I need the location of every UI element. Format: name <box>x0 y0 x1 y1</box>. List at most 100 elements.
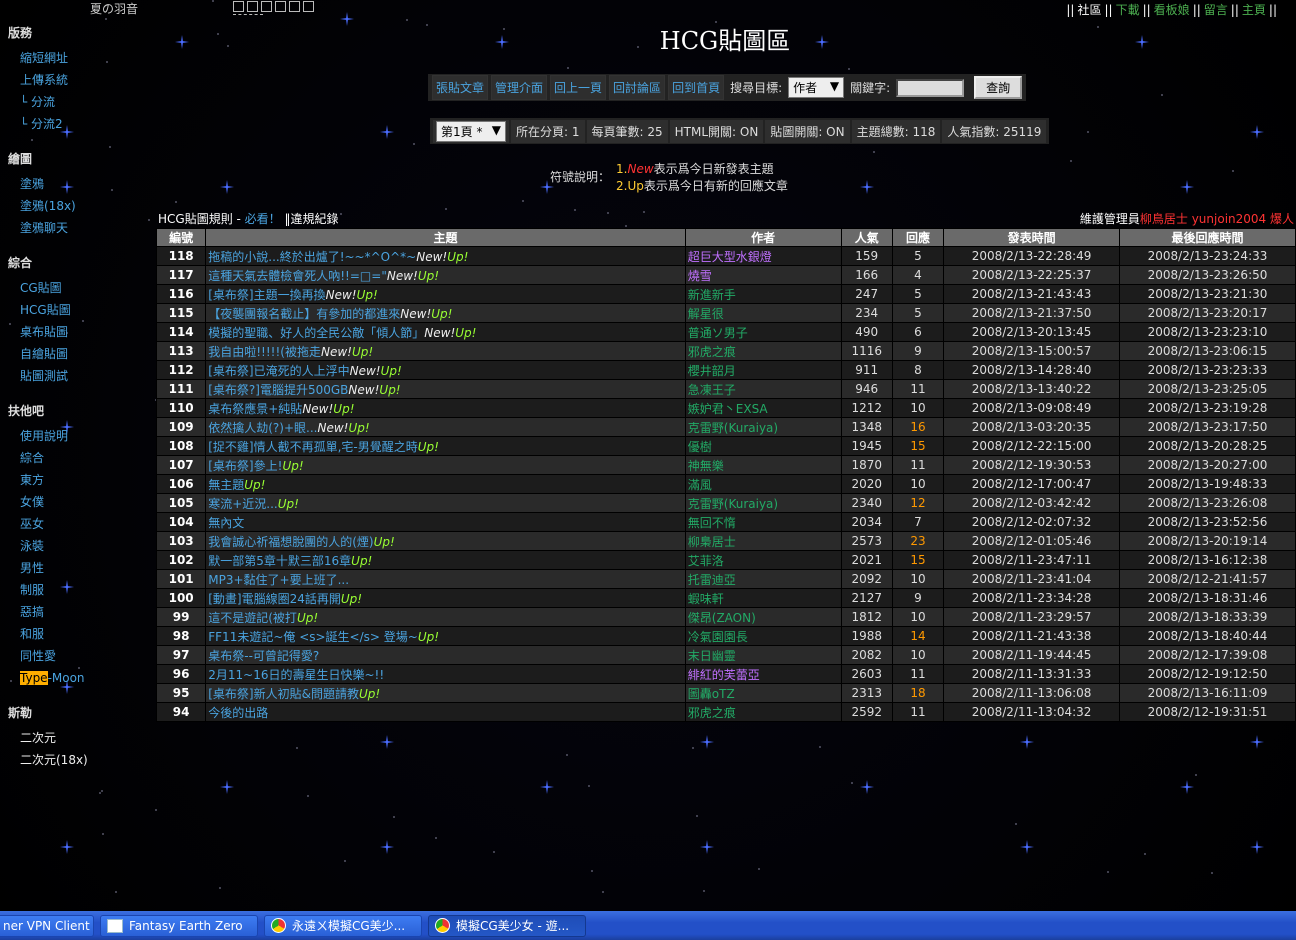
sidebar-item[interactable]: 和服 <box>8 623 148 645</box>
topic-title-text[interactable]: [捉不雞]情人截不再孤單,宅-男覺醒之時 <box>208 440 418 454</box>
topic-author[interactable]: 傑昂(ZAON) <box>684 607 842 627</box>
topic-author[interactable]: 解星很 <box>684 303 842 323</box>
sidebar-item[interactable]: 泳裝 <box>8 535 148 557</box>
taskbar-item[interactable]: Fantasy Earth Zero <box>100 914 258 937</box>
toolbox-icon[interactable] <box>247 1 258 12</box>
top-link[interactable]: 主頁 <box>1242 3 1266 17</box>
sidebar-item[interactable]: 塗鴉聊天 <box>8 217 148 239</box>
topic-title-text[interactable]: 桌布祭--可曾記得愛? <box>208 649 319 663</box>
topic-author[interactable]: 急凍王子 <box>684 379 842 399</box>
topic-author[interactable]: 托雷迪亞 <box>684 569 842 589</box>
topic-title-text[interactable]: [動畫]電腦線圈24話再開 <box>208 592 341 606</box>
topic-author[interactable]: 優樹 <box>684 436 842 456</box>
sidebar-item[interactable]: 使用說明 <box>8 425 148 447</box>
sidebar-item[interactable]: 桌布貼圖 <box>8 321 148 343</box>
taskbar-item[interactable]: 模擬CG美少女 - 遊... <box>428 914 586 937</box>
topic-title[interactable]: 我自由啦!!!!!(被拖走New!Up! <box>205 341 686 361</box>
action-button[interactable]: 回到首頁 <box>668 75 725 100</box>
sidebar-item[interactable]: 制服 <box>8 579 148 601</box>
keyword-input[interactable] <box>896 78 965 97</box>
topic-author[interactable]: 櫻井韶月 <box>684 360 842 380</box>
topic-author[interactable]: 普通ソ男子 <box>684 322 842 342</box>
topic-author[interactable]: 緋紅的芙蕾亞 <box>684 664 842 684</box>
topic-title[interactable]: 【夜襲團報名截止】有參加的都進來New!Up! <box>205 303 686 323</box>
action-button[interactable]: 管理介面 <box>491 75 548 100</box>
topic-title[interactable]: 這不是遊記(被打Up! <box>205 607 686 627</box>
topic-title-text[interactable]: 【夜襲團報名截止】有參加的都進來 <box>208 307 400 321</box>
top-link[interactable]: 社區 <box>1077 3 1101 17</box>
topic-author[interactable]: 克雷野(Kuraiya) <box>684 493 842 513</box>
topic-author[interactable]: 滿風 <box>684 474 842 494</box>
sidebar-item[interactable]: 綜合 <box>8 447 148 469</box>
topic-title[interactable]: 依然擒人劫(?)+眼...New!Up! <box>205 417 686 437</box>
topic-author[interactable]: 蝦味軒 <box>684 588 842 608</box>
topic-title-text[interactable]: 2月11~16日的壽星生日快樂~!! <box>208 668 384 682</box>
rules-link[interactable]: 必看！ <box>245 212 281 226</box>
topic-title[interactable]: [桌布祭]已淹死的人上浮中New!Up! <box>205 360 686 380</box>
top-link[interactable]: 看板娘 <box>1154 3 1190 17</box>
sidebar-item[interactable]: 巫女 <box>8 513 148 535</box>
admin-names[interactable]: 柳鳥居士 yunjoin2004 爆人 <box>1140 212 1294 226</box>
topic-title-text[interactable]: [桌布祭]新人初貼&問題請教 <box>208 687 359 701</box>
topic-title-text[interactable]: 我會誠心祈福想脫團的人的(煙) <box>208 535 373 549</box>
sidebar-item[interactable]: 二次元(18x) <box>8 749 148 771</box>
top-link[interactable]: 下載 <box>1116 3 1140 17</box>
topic-title-text[interactable]: 桌布祭應景+純貼 <box>208 402 302 416</box>
topic-author[interactable]: 無回不惰 <box>684 512 842 532</box>
topic-title[interactable]: 桌布祭應景+純貼New!Up! <box>205 398 686 418</box>
topic-author[interactable]: 柳梟居士 <box>684 531 842 551</box>
action-button[interactable]: 回上一頁 <box>550 75 607 100</box>
topic-author[interactable]: 燒雪 <box>684 265 842 285</box>
topic-title-text[interactable]: FF11未遊記~俺 <s>誕生</s> 登場~ <box>208 630 418 644</box>
topic-title[interactable]: [桌布祭?]電腦提升500GBNew!Up! <box>205 379 686 399</box>
topic-title[interactable]: FF11未遊記~俺 <s>誕生</s> 登場~Up! <box>205 626 686 646</box>
toolbox-icon[interactable] <box>261 1 272 12</box>
topic-author[interactable]: 嫉妒君丶EXSA <box>684 398 842 418</box>
topic-title[interactable]: 默一部第5章十默三部16章Up! <box>205 550 686 570</box>
violation-record-link[interactable]: 違規紀錄 <box>291 212 339 226</box>
toolbox-icon[interactable] <box>275 1 286 12</box>
topic-author[interactable]: 克雷野(Kuraiya) <box>684 417 842 437</box>
sidebar-item[interactable]: └ 分流 <box>8 91 148 113</box>
topic-title-text[interactable]: 依然擒人劫(?)+眼... <box>208 421 317 435</box>
topic-title[interactable]: 2月11~16日的壽星生日快樂~!! <box>205 664 686 684</box>
sidebar-item[interactable]: 上傳系統 <box>8 69 148 91</box>
page-select[interactable]: 第1頁 * ▼ <box>436 120 506 142</box>
topic-title-text[interactable]: 模擬的聖職、好人的全民公敵「傾人節」 <box>208 326 424 340</box>
topic-title[interactable]: [捉不雞]情人截不再孤單,宅-男覺醒之時Up! <box>205 436 686 456</box>
toolbox-icon[interactable] <box>233 1 244 12</box>
sidebar-item[interactable]: 二次元 <box>8 727 148 749</box>
sidebar-item[interactable]: 自繪貼圖 <box>8 343 148 365</box>
toolbox-icon[interactable] <box>303 1 314 12</box>
topic-title-text[interactable]: 寒流+近況... <box>208 497 278 511</box>
sidebar-item[interactable]: 塗鴉 <box>8 173 148 195</box>
topic-title-text[interactable]: MP3+黏住了+要上班了... <box>208 573 349 587</box>
topic-author[interactable]: 超巨大型水銀燈 <box>684 246 842 266</box>
sidebar-item[interactable]: Type-Moon <box>8 667 148 689</box>
topic-title-text[interactable]: 無主題 <box>208 478 244 492</box>
topic-title[interactable]: 今後的出路 <box>205 702 686 722</box>
top-link[interactable]: 留言 <box>1204 3 1228 17</box>
topic-title[interactable]: [桌布祭]主題一換再換New!Up! <box>205 284 686 304</box>
topic-author[interactable]: 邪虎之痕 <box>684 341 842 361</box>
topic-title[interactable]: MP3+黏住了+要上班了... <box>205 569 686 589</box>
toolbox-icons[interactable] <box>233 1 314 12</box>
topic-title[interactable]: 我會誠心祈福想脫團的人的(煙)Up! <box>205 531 686 551</box>
topic-title[interactable]: [動畫]電腦線圈24話再開Up! <box>205 588 686 608</box>
sidebar-item[interactable]: 惡搞 <box>8 601 148 623</box>
topic-author[interactable]: 冷氣園園長 <box>684 626 842 646</box>
topic-title[interactable]: 無內文 <box>205 512 686 532</box>
topic-title-text[interactable]: [桌布祭]主題一換再換 <box>208 288 325 302</box>
query-button[interactable]: 查詢 <box>974 76 1023 99</box>
topic-title[interactable]: 模擬的聖職、好人的全民公敵「傾人節」New!Up! <box>205 322 686 342</box>
sidebar-item[interactable]: 東方 <box>8 469 148 491</box>
topic-title[interactable]: 寒流+近況...Up! <box>205 493 686 513</box>
topic-title[interactable]: [桌布祭]參上!Up! <box>205 455 686 475</box>
sidebar-item[interactable]: 男性 <box>8 557 148 579</box>
topic-title-text[interactable]: [桌布祭?]電腦提升500GB <box>208 383 348 397</box>
search-target-select[interactable]: 作者 ▼ <box>788 77 845 98</box>
topic-title[interactable]: 這種天氣去體檢會死人吶!!=□="New!Up! <box>205 265 686 285</box>
sidebar-item[interactable]: └ 分流2 <box>8 113 148 135</box>
topic-title-text[interactable]: 這種天氣去體檢會死人吶!!=□=" <box>208 269 387 283</box>
topic-title[interactable]: 無主題Up! <box>205 474 686 494</box>
